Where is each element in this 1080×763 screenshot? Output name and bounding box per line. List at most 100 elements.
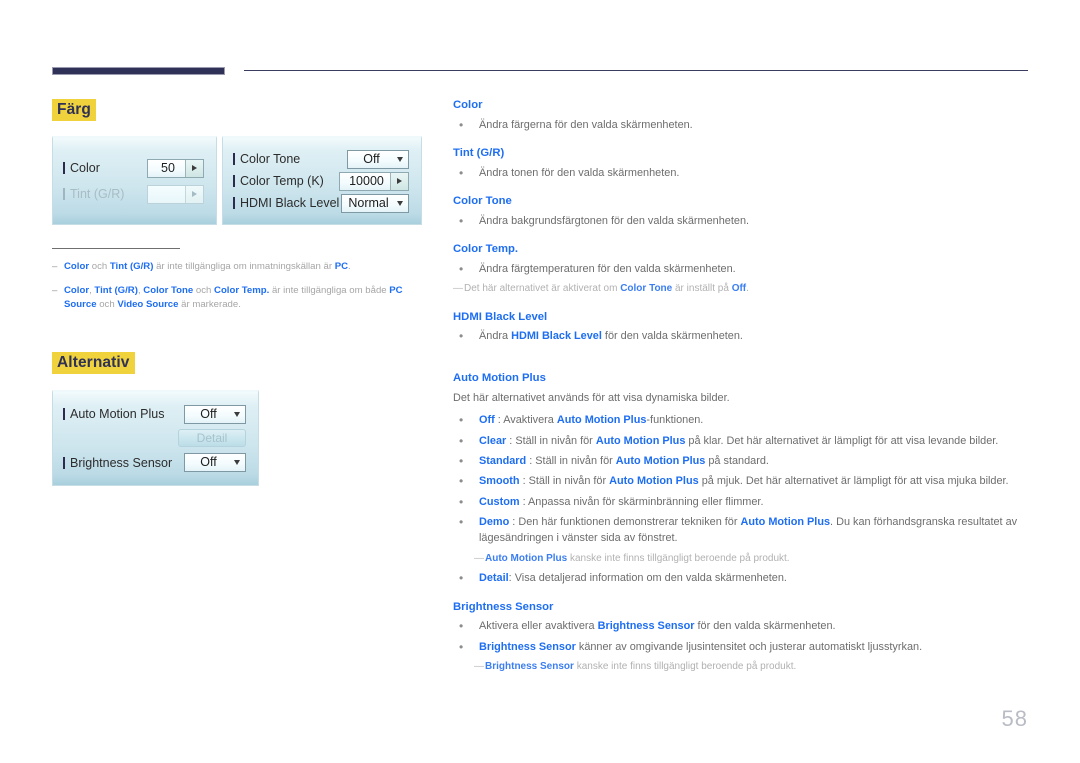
osd-dropdown-brightness-sensor[interactable]: Off (184, 453, 246, 472)
osd-row-color-tone: Color Tone Off (233, 148, 409, 170)
osd-row-brightness-sensor: Brightness Sensor Off (63, 450, 246, 475)
bullet-text: Ändra färgerna för den valda skärmenhete… (479, 117, 1028, 133)
bullet-text: Brightness Sensor känner av omgivande lj… (479, 639, 1028, 655)
osd-row-color: Color 50 (63, 155, 204, 181)
bullet-dot-icon: • (459, 514, 464, 529)
osd-label-color-temp: Color Temp (K) (233, 174, 339, 188)
bullet-tick-icon (63, 456, 65, 469)
footnote-item: ‒ Color och Tint (G/R) är inte tillgängli… (52, 260, 424, 274)
osd-dropdown-color-tone[interactable]: Off (347, 149, 409, 169)
description-bullet: • Ändra färgtemperaturen för den valda sk… (453, 261, 1028, 277)
note-dash-icon: — (474, 552, 484, 564)
emphasised-term: Demo (479, 515, 510, 528)
osd-spinner-color-temp[interactable]: 10000 (339, 171, 409, 191)
bullet-dot-icon: • (459, 433, 464, 448)
chevron-down-icon[interactable] (392, 151, 408, 168)
emphasised-term: Video Source (117, 298, 179, 310)
osd-value-color-temp: 10000 (349, 173, 384, 188)
footnote-text: Color, Tint (G/R), Color Tone och Color … (64, 284, 424, 312)
bullet-dot-icon: • (459, 261, 464, 276)
osd-value-hdmi-black-level: Normal (348, 195, 389, 210)
emphasised-term: Auto Motion Plus (595, 434, 686, 447)
osd-label-hdmi-black-level: HDMI Black Level (233, 196, 341, 210)
osd-row-detail: Detail (63, 427, 246, 450)
text-fragment: : Visa detaljerad information om den val… (508, 572, 787, 585)
emphasised-term: Custom (479, 495, 520, 508)
text-fragment: för den valda skärmenheten. (694, 620, 836, 633)
chevron-right-icon[interactable] (185, 159, 203, 177)
emphasised-term: Auto Motion Plus (485, 552, 568, 564)
note-dash-icon: — (453, 283, 463, 295)
emphasised-term: Color Tone (143, 284, 194, 296)
osd-dropdown-hdmi-black-level[interactable]: Normal (341, 193, 409, 213)
bullet-tick-icon (233, 153, 235, 165)
bullet-text: Smooth : Ställ in nivån för Auto Motion … (479, 473, 1028, 489)
emphasised-term: Clear (479, 434, 507, 447)
chevron-right-icon[interactable] (390, 172, 408, 190)
description-paragraph: Det här alternativet används för att vis… (453, 391, 1028, 407)
description-column: Color • Ändra färgerna för den valda skärm… (453, 98, 1028, 678)
description-bullet: • Off : Avaktivera Auto Motion Plus-funkt… (453, 412, 1028, 428)
text-fragment: : Den här funktionen demonstrerar teknik… (509, 515, 741, 528)
bullet-dot-icon: • (459, 453, 464, 468)
bullet-tick-icon (63, 408, 65, 421)
chevron-down-icon[interactable] (229, 454, 245, 471)
bullet-text: Ändra färgtemperaturen för den valda skä… (479, 261, 1028, 277)
bullet-text: Detail: Visa detaljerad information om d… (479, 570, 1028, 586)
osd-row-hdmi-black-level: HDMI Black Level Normal (233, 192, 409, 214)
bullet-dot-icon: • (459, 639, 464, 654)
bullet-dot-icon: • (459, 329, 464, 344)
color-footnotes: ‒ Color och Tint (G/R) är inte tillgängli… (52, 248, 424, 322)
osd-label-color-tone-text: Color Tone (240, 152, 301, 166)
description-bullet: • Brightness Sensor känner av omgivande l… (453, 639, 1028, 655)
text-fragment: Aktivera eller avaktivera (479, 620, 598, 633)
description-heading: Color Tone (453, 195, 512, 208)
description-bullet: • Custom : Anpassa nivån för skärminbränn… (453, 494, 1028, 510)
description-bullet: • Aktivera eller avaktivera Brightness Se… (453, 618, 1028, 634)
osd-label-hdmi-black-level-text: HDMI Black Level (240, 196, 340, 210)
bullet-text: Standard : Ställ in nivån för Auto Motio… (479, 453, 1028, 469)
description-note: — Auto Motion Plus kanske inte finns till… (453, 552, 1028, 567)
text-fragment: och (193, 284, 215, 296)
description-bullet: • Ändra tonen för den valda skärmenheten. (453, 165, 1028, 181)
bullet-text: Clear : Ställ in nivån för Auto Motion P… (479, 433, 1028, 449)
text-fragment: är inställt på (672, 283, 732, 295)
text-fragment: är inte tillgängliga om inmatningskällan… (153, 261, 335, 272)
bullet-text: Aktivera eller avaktivera Brightness Sen… (479, 618, 1028, 634)
description-heading: HDMI Black Level (453, 310, 548, 323)
description-bullet: • Clear : Ställ in nivån för Auto Motion … (453, 433, 1028, 449)
osd-label-color: Color (63, 161, 147, 175)
emphasised-term: Auto Motion Plus (615, 454, 706, 467)
osd-label-tint: Tint (G/R) (63, 187, 147, 201)
emphasised-term: Color (64, 261, 90, 272)
text-fragment: för den valda skärmenheten. (601, 330, 743, 343)
bullet-text: Demo : Den här funktionen demonstrerar t… (479, 514, 1028, 547)
bullet-text: Off : Avaktivera Auto Motion Plus-funkti… (479, 412, 1028, 428)
section-heading-options: Alternativ (52, 352, 135, 375)
osd-label-color-temp-text: Color Temp (K) (240, 174, 324, 188)
color-footnote-list: ‒ Color och Tint (G/R) är inte tillgängli… (52, 260, 424, 312)
emphasised-term: Auto Motion Plus (609, 475, 699, 488)
osd-label-brightness-sensor: Brightness Sensor (63, 456, 184, 470)
osd-subpanel-color-right: Color Tone Off Color Temp (K) 10000 HDMI… (222, 136, 422, 225)
emphasised-term: Brightness Sensor (485, 660, 574, 672)
text-fragment: på standard. (705, 454, 769, 467)
note-text: Brightness Sensor kanske inte finns till… (485, 660, 1028, 675)
emphasised-term: Off (731, 283, 747, 295)
emphasised-term: Brightness Sensor (597, 620, 695, 633)
bullet-text: Ändra bakgrundsfärgtonen för den valda s… (479, 213, 1028, 229)
emphasised-term: Auto Motion Plus (740, 515, 831, 528)
description-bullet: • Demo : Den här funktionen demonstrerar … (453, 514, 1028, 547)
bullet-tick-icon (63, 188, 65, 200)
osd-dropdown-auto-motion-plus[interactable]: Off (184, 404, 246, 424)
bullet-text: Ändra HDMI Black Level för den valda skä… (479, 328, 1028, 344)
text-fragment: Ändra tonen för den valda skärmenheten. (479, 166, 680, 179)
text-fragment: på klar. Det här alternativet är lämplig… (685, 434, 999, 447)
osd-label-brightness-sensor-text: Brightness Sensor (70, 455, 173, 470)
footnote-dash-icon: ‒ (52, 261, 58, 272)
osd-spinner-color[interactable]: 50 (147, 158, 204, 178)
chevron-down-icon[interactable] (392, 195, 408, 212)
chevron-down-icon[interactable] (229, 406, 245, 423)
bullet-tick-icon (233, 197, 235, 209)
emphasised-term: Smooth (479, 475, 520, 488)
